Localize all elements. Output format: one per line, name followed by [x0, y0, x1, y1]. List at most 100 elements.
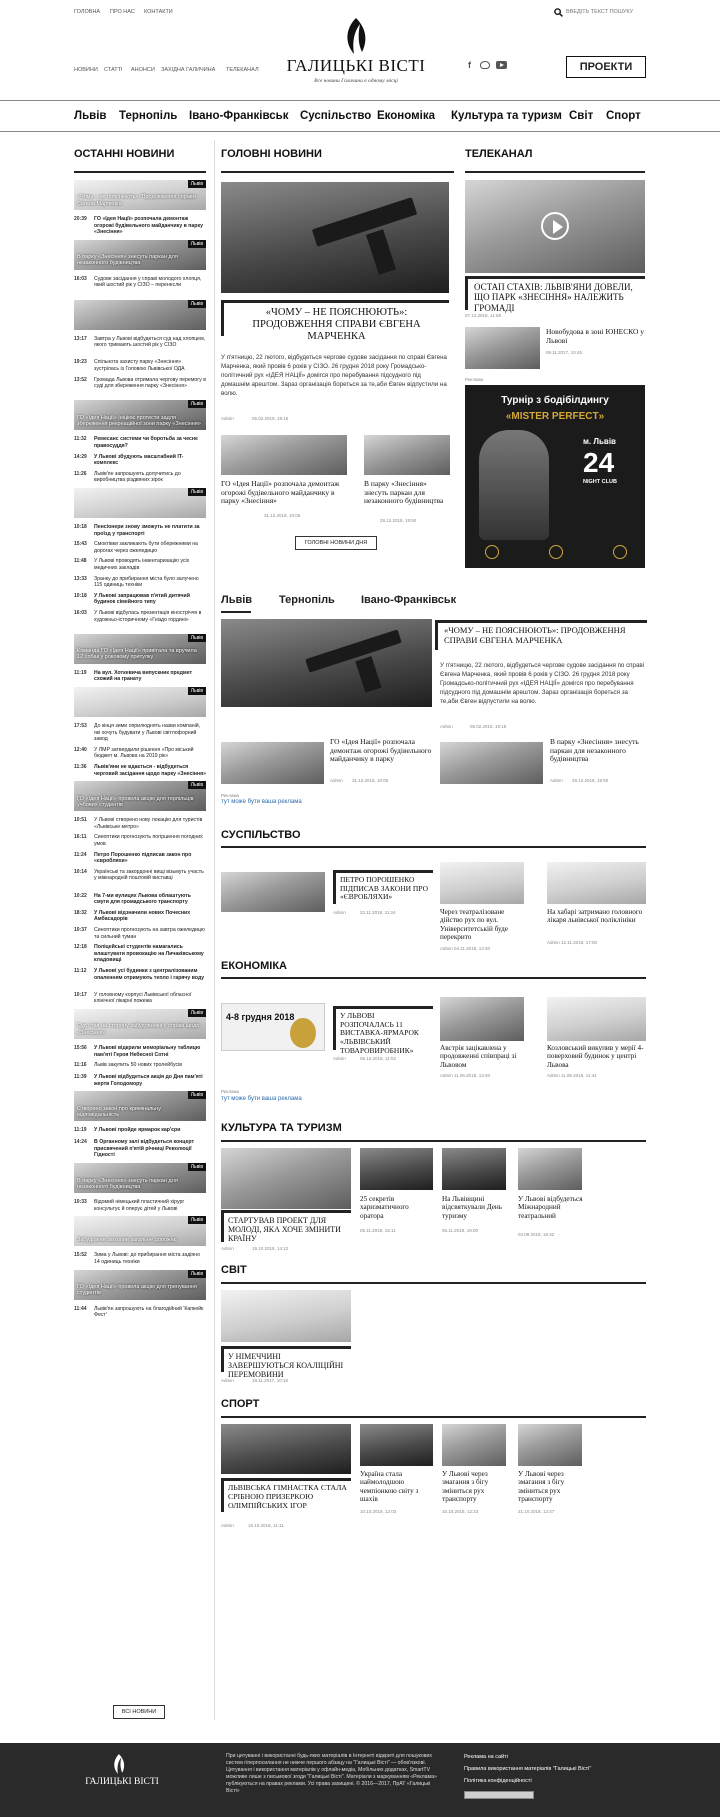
all-news-button[interactable]: ВСІ НОВИНИ [113, 1705, 165, 1719]
footer-link-privacy[interactable]: Політика конфіденційності [464, 1778, 532, 1784]
culture-item-image-2[interactable] [442, 1148, 506, 1190]
latest-news-photo-item[interactable]: Львів [74, 299, 206, 330]
main-news-small-headline-2[interactable]: В парку «Знесіння» знесуть паркан для не… [364, 479, 450, 506]
bodybuilding-ad-banner[interactable]: Турнір з бодібілдингу «MISTER PERFECT» м… [465, 385, 645, 568]
region-tab-lviv[interactable]: Львів [221, 594, 252, 606]
latest-news-photo-item[interactable]: Львів ГО «Ідея Нації» провела акцію для т… [74, 1269, 206, 1300]
culture-item-image-1[interactable] [360, 1148, 433, 1190]
sport-item-image-1[interactable] [360, 1424, 433, 1466]
sport-item-date-2: 10.10.2018, 12:23 [442, 1509, 479, 1514]
region-tab-ternopil[interactable]: Тернопіль [279, 594, 335, 606]
economy-ad-link[interactable]: тут може бути ваша реклама [221, 1096, 302, 1102]
nav-society[interactable]: Суспільство [300, 110, 371, 122]
region-small-headline-1[interactable]: ГО «Ідея Нації» розпочала демонтаж огоро… [330, 737, 432, 764]
nav-ivano-frankivsk[interactable]: Івано-Франківськ [189, 110, 288, 122]
latest-news-photo-item[interactable]: Львів Створено закон про кримінальну відп… [74, 1091, 206, 1122]
culture-item-headline-2[interactable]: На Львівщині відсвяткували День туризму [442, 1195, 508, 1220]
latest-news-time: 10:33 [74, 1199, 87, 1206]
footer-link-rules[interactable]: Правила використання матеріалів "Галицьк… [464, 1766, 591, 1772]
latest-news-photo-item[interactable]: Львів В парку «Знесіння» знесуть паркан д… [74, 239, 206, 270]
title-underline [221, 1140, 646, 1142]
footer-logo[interactable]: ГАЛИЦЬКІ ВІСТІ [82, 1777, 162, 1788]
subnav-tv[interactable]: ТЕЛЕКАНАЛ [226, 67, 259, 73]
footer-link-ads[interactable]: Реклама на сайті [464, 1754, 508, 1760]
twitter-icon[interactable] [480, 61, 490, 69]
nav-culture[interactable]: Культура та туризм [451, 110, 562, 122]
economy-item-image-2[interactable] [547, 997, 646, 1041]
sport-item-headline-2[interactable]: У Львові через змагання з бігу зміниться… [442, 1470, 508, 1503]
ad-athlete-image [479, 430, 549, 540]
main-news-more-button[interactable]: ГОЛОВНІ НОВИНИ ДНЯ [295, 536, 377, 550]
nav-world[interactable]: Світ [569, 110, 593, 122]
economy-headline[interactable]: У ЛЬВОВІ РОЗПОЧАЛАСЬ 11 ВИСТАВКА-ЯРМАРОК… [336, 1009, 433, 1058]
society-lead-image[interactable] [221, 872, 325, 912]
region-small-headline-2[interactable]: В парку «Знесіння» знесуть паркан для не… [550, 737, 646, 764]
subnav-western-galicia[interactable]: ЗАХІДНА ГАЛИЧИНА [161, 67, 215, 73]
society-item-image-2[interactable] [547, 862, 646, 904]
sport-item-headline-1[interactable]: Україна стала наймолодшою чемпіонкою сві… [360, 1470, 435, 1503]
sport-item-image-2[interactable] [442, 1424, 506, 1466]
region-small-image-2[interactable] [440, 742, 543, 784]
culture-item-headline-3[interactable]: У Львові відбудеться Міжнародний театрал… [518, 1195, 584, 1220]
projects-button[interactable]: ПРОЕКТИ [566, 56, 646, 78]
sport-lead-image[interactable] [221, 1424, 351, 1474]
economy-item-headline-1[interactable]: Австрія зацікавлена у продовженні співпр… [440, 1044, 528, 1069]
economy-item-headline-2[interactable]: Козловський викупив у мерії 4-поверховий… [547, 1044, 646, 1069]
culture-headline[interactable]: СТАРТУВАВ ПРОЕКТ ДЛЯ МОЛОДІ, ЯКА ХОЧЕ ЗМ… [224, 1213, 351, 1247]
tv-headline[interactable]: ОСТАП СТАХІВ: ЛЬВІВ'ЯНИ ДОВЕЛИ, ЩО ПАРК … [468, 279, 645, 316]
society-item-headline-2[interactable]: На хабарі затримано головного лікаря льв… [547, 908, 646, 925]
region-tab-ivano-frankivsk[interactable]: Івано-Франківськ [361, 594, 456, 606]
society-headline[interactable]: ПЕТРО ПОРОШЕНКО ПІДПИСАВ ЗАКОНИ ПРО «ЄВР… [336, 873, 433, 905]
facebook-icon[interactable]: f [468, 60, 476, 70]
nav-economy[interactable]: Економіка [377, 110, 435, 122]
latest-news-photo-caption: «Чому – не пояснюють»: Продовження справ… [77, 194, 196, 207]
site-logo[interactable]: ГАЛИЦЬКІ ВІСТІ Все новини Галичини в одн… [286, 16, 426, 96]
region-headline[interactable]: «ЧОМУ – НЕ ПОЯСНЮЮТЬ»: ПРОДОВЖЕННЯ СПРАВ… [438, 623, 647, 649]
youtube-icon[interactable] [496, 61, 507, 69]
top-link-contacts[interactable]: КОНТАКТИ [144, 9, 173, 15]
top-link-about[interactable]: ПРО НАС [110, 9, 135, 15]
economy-lead-image[interactable]: 4-8 грудня 2018 [221, 1003, 325, 1051]
latest-news-photo-item[interactable]: Львів [74, 687, 206, 717]
latest-news-photo-item[interactable]: Львів ГО «Ідея Нації» провела акцію для т… [74, 781, 206, 812]
search-icon[interactable] [554, 8, 563, 17]
subnav-news[interactable]: НОВИНИ [74, 67, 98, 73]
latest-news-photo-item[interactable]: Львів [74, 488, 206, 518]
world-lead-image[interactable] [221, 1290, 351, 1342]
region-lead-image[interactable] [221, 619, 432, 707]
region-small-image-1[interactable] [221, 742, 324, 784]
tv-small-headline[interactable]: Новобудова в зоні ЮНЕСКО у Львові [546, 327, 646, 345]
tv-small-image[interactable] [465, 327, 540, 369]
main-news-headline[interactable]: «ЧОМУ – НЕ ПОЯСНЮЮТЬ»: ПРОДОВЖЕННЯ СПРАВ… [224, 303, 449, 347]
region-ad-link[interactable]: тут може бути ваша реклама [221, 799, 302, 805]
latest-news-photo-item[interactable]: Львів В парку «Знесіння» знесуть паркан д… [74, 1163, 206, 1194]
play-icon[interactable] [541, 212, 569, 240]
culture-item-image-3[interactable] [518, 1148, 582, 1190]
sport-headline[interactable]: ЛЬВІВСЬКА ГІМНАСТКА СТАЛА СРІБНОЮ ПРИЗЕР… [224, 1481, 351, 1514]
main-news-small-image-2[interactable] [364, 435, 450, 475]
latest-news-photo-item[interactable]: Львів Суд став на сторону забудовника у с… [74, 1009, 206, 1039]
main-news-small-image-1[interactable] [221, 435, 347, 475]
subnav-announcements[interactable]: АНОНСИ [131, 67, 155, 73]
tv-video-thumbnail[interactable] [465, 180, 645, 273]
main-news-lead-image[interactable] [221, 182, 449, 293]
latest-news-photo-item[interactable]: Львів Забудовник вихопив загальне дорожнє [74, 1216, 206, 1247]
society-item-headline-1[interactable]: Через театралізоване дійство рух по вул.… [440, 908, 528, 941]
latest-news-photo-item[interactable]: Львів Команда ГО «Ідея Нації» привітала т… [74, 633, 206, 664]
top-link-home[interactable]: ГОЛОВНА [74, 9, 100, 15]
culture-item-headline-1[interactable]: 25 секретів харизматичного оратора [360, 1195, 433, 1220]
main-news-small-headline-1[interactable]: ГО «Ідея Нації» розпочала демонтаж огоро… [221, 479, 345, 506]
nav-ternopil[interactable]: Тернопіль [119, 110, 177, 122]
society-item-image-1[interactable] [440, 862, 524, 904]
economy-item-image-1[interactable] [440, 997, 524, 1041]
sport-item-headline-3[interactable]: У Львові через змагання з бігу зміниться… [518, 1470, 584, 1503]
search-input[interactable] [566, 6, 646, 18]
nav-lviv[interactable]: Львів [74, 110, 106, 122]
latest-news-photo-item[interactable]: Львів ГО «Ідея Нації» ініціює протести за… [74, 400, 206, 431]
culture-lead-image[interactable] [221, 1148, 351, 1209]
latest-news-photo-item[interactable]: Львів «Чому – не пояснюють»: Продовження … [74, 180, 206, 210]
subnav-articles[interactable]: СТАТТІ [104, 67, 122, 73]
sport-item-image-3[interactable] [518, 1424, 582, 1466]
divider [0, 100, 720, 101]
nav-sport[interactable]: Спорт [606, 110, 641, 122]
